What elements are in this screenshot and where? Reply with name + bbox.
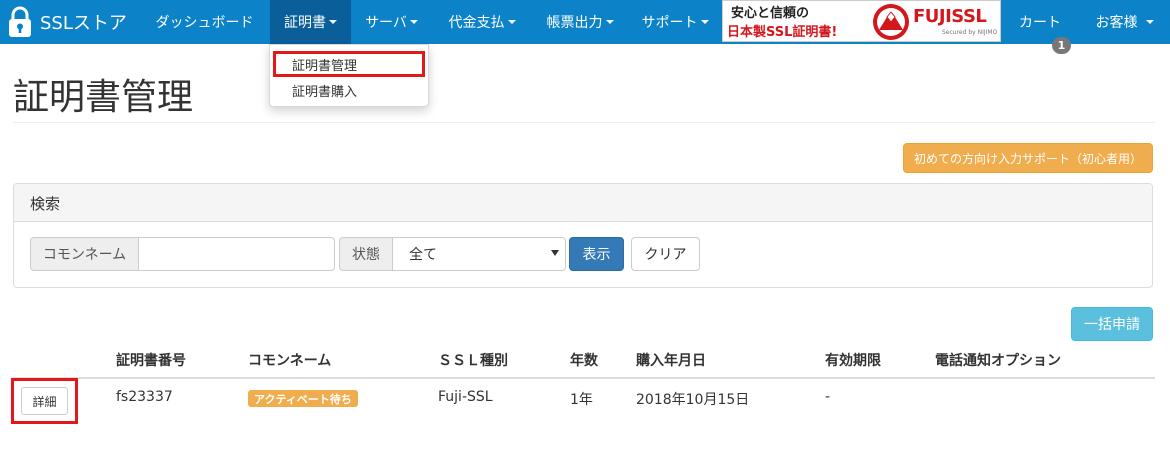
column-header-expiry: 有効期限 — [825, 353, 881, 369]
nav-dashboard-label: ダッシュボード — [155, 15, 254, 31]
nav-certificates[interactable]: 証明書 — [270, 0, 351, 44]
lock-icon — [9, 6, 31, 37]
brand-name: SSLストア — [40, 13, 127, 34]
caret-down-icon — [507, 20, 516, 24]
cart-count-badge: 1 — [1052, 37, 1071, 54]
caret-down-icon — [1145, 20, 1154, 24]
select-arrow-icon — [551, 250, 559, 256]
nav-payment-label: 代金支払 — [448, 15, 505, 31]
clear-button[interactable]: クリア — [631, 237, 700, 271]
nav-user-label: お客様 — [1095, 15, 1138, 31]
title-divider — [13, 122, 1155, 123]
column-header-years: 年数 — [570, 353, 598, 369]
common-name-input[interactable] — [138, 237, 335, 271]
column-header-ssl-type: ＳＳＬ種別 — [438, 353, 508, 369]
caret-down-icon — [329, 20, 337, 24]
nav-support-label: サポート — [641, 15, 698, 31]
caret-down-icon — [605, 20, 614, 24]
cell-ssl-type: Fuji-SSL — [438, 389, 493, 405]
page-title: 証明書管理 — [13, 77, 194, 118]
common-name-addon: コモンネーム — [30, 237, 139, 271]
beginner-support-button[interactable]: 初めての方向け入力サポート（初心者用） — [903, 143, 1153, 173]
nav-dashboard[interactable]: ダッシュボード — [139, 0, 270, 44]
fuji-seal-icon — [873, 4, 909, 40]
banner-logo: FUJISSL — [913, 6, 987, 27]
caret-down-icon — [409, 20, 418, 24]
search-panel-header: 検索 — [14, 184, 1152, 222]
column-header-common-name: コモンネーム — [248, 353, 332, 369]
status-select-value: 全て — [409, 247, 437, 263]
nav-reports-label: 帳票出力 — [546, 15, 603, 31]
column-header-purchase-date: 購入年月日 — [636, 353, 706, 369]
fujissl-banner[interactable]: 安心と信頼の 日本製SSL証明書! FUJISSL Secured by NIJ… — [722, 0, 1001, 42]
search-panel-title: 検索 — [30, 195, 61, 213]
brand-link[interactable]: SSLストア — [0, 0, 150, 44]
nav-certificates-label: 証明書 — [284, 15, 326, 31]
nav-cart[interactable]: カート — [1001, 0, 1079, 44]
table-header-divider — [13, 377, 1155, 379]
status-badge: アクティベート待ち — [248, 390, 358, 407]
nav-server[interactable]: サーバ — [351, 0, 432, 44]
nav-server-label: サーバ — [365, 15, 407, 31]
caret-down-icon — [700, 20, 709, 24]
search-panel: 検索 コモンネーム 状態 全て 表示 クリア — [13, 183, 1153, 288]
status-select[interactable]: 全て — [392, 237, 566, 271]
highlight-box-detail-button — [11, 378, 78, 424]
column-header-phone-option: 電話通知オプション — [935, 353, 1061, 369]
show-button[interactable]: 表示 — [569, 237, 624, 271]
banner-tagline: Secured by NIJIMO — [942, 29, 998, 36]
status-addon: 状態 — [339, 237, 393, 271]
nav-reports[interactable]: 帳票出力 — [532, 0, 628, 44]
bulk-apply-button[interactable]: 一括申請 — [1071, 307, 1153, 341]
cell-expiry: - — [825, 389, 831, 405]
column-header-cert-no: 証明書番号 — [116, 353, 186, 369]
nav-payment[interactable]: 代金支払 — [432, 0, 532, 44]
nav-cart-label: カート — [1019, 15, 1061, 31]
top-navbar: SSLストア ダッシュボード 証明書 サーバ 代金支払 帳票出力 サポート 安心… — [0, 0, 1170, 44]
cell-cert-no: fs23337 — [116, 389, 173, 405]
highlight-box-cert-management — [273, 51, 425, 77]
cell-purchase-date: 2018年10月15日 — [636, 392, 750, 408]
nav-support[interactable]: サポート — [628, 0, 722, 44]
cell-years: 1年 — [570, 392, 593, 408]
nav-user-menu[interactable]: お客様 — [1079, 0, 1170, 44]
banner-line2: 日本製SSL証明書! — [727, 25, 838, 40]
banner-line1: 安心と信頼の — [731, 6, 810, 21]
dropdown-item-cert-purchase[interactable]: 証明書購入 — [292, 81, 357, 100]
dropdown-item-label: 証明書購入 — [292, 85, 358, 100]
